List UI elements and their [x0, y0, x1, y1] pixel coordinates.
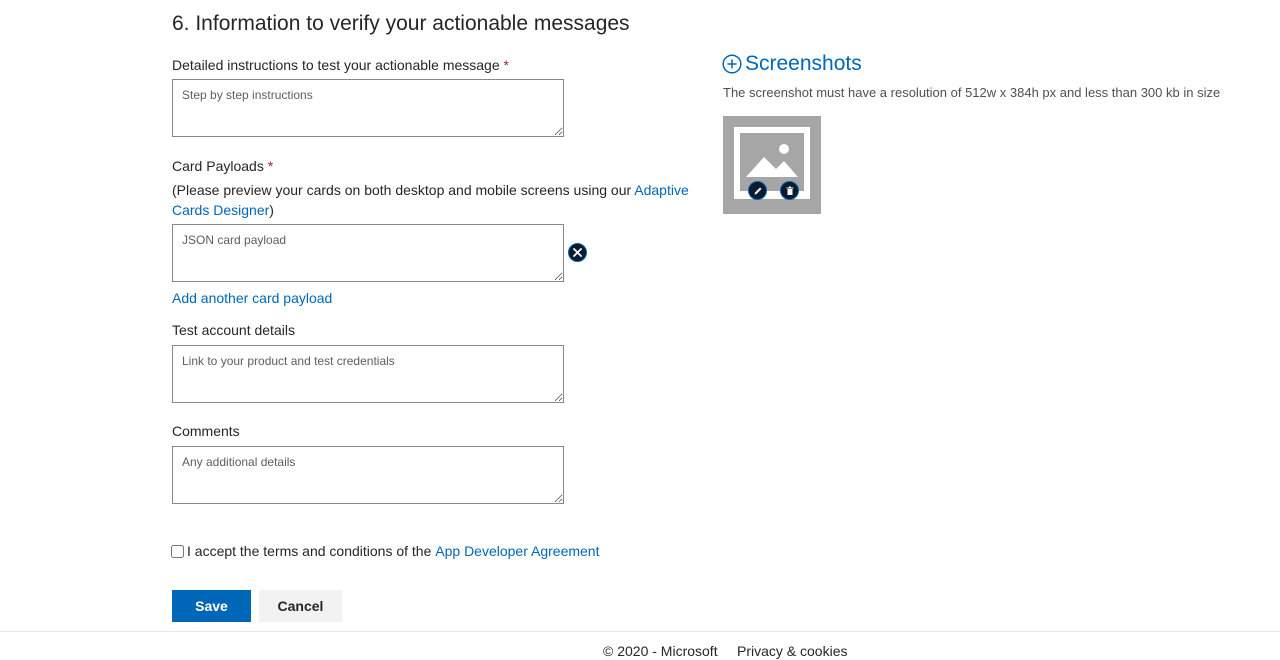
remove-icon	[573, 248, 582, 257]
screenshots-title: Screenshots	[745, 52, 862, 75]
comments-input[interactable]	[172, 446, 564, 504]
footer-copyright: © 2020 - Microsoft	[603, 643, 718, 659]
instructions-label: Detailed instructions to test your actio…	[172, 57, 509, 73]
delete-screenshot-button[interactable]	[780, 181, 799, 200]
remove-payload-button[interactable]	[568, 243, 587, 262]
terms-checkbox[interactable]	[171, 544, 184, 558]
payloads-helper-prefix: (Please preview your cards on both deskt…	[172, 182, 635, 198]
payloads-helper-suffix: )	[269, 202, 274, 218]
add-screenshot-button[interactable]: Screenshots	[722, 52, 862, 76]
footer-divider	[0, 631, 1280, 632]
test-account-label: Test account details	[172, 322, 295, 338]
instructions-label-text: Detailed instructions to test your actio…	[172, 57, 500, 73]
screenshot-requirements: The screenshot must have a resolution of…	[723, 85, 1221, 100]
instructions-input[interactable]	[172, 79, 564, 137]
comments-label: Comments	[172, 423, 240, 439]
required-marker: *	[267, 158, 274, 174]
terms-row: I accept the terms and conditions of the…	[171, 543, 599, 559]
edit-icon	[754, 187, 761, 194]
plus-circle-icon	[722, 54, 742, 74]
privacy-cookies-link[interactable]: Privacy & cookies	[737, 643, 847, 659]
payloads-helper-text: (Please preview your cards on both deskt…	[172, 180, 692, 220]
delete-icon	[786, 186, 793, 195]
required-marker: *	[503, 57, 509, 73]
screenshot-thumbnail	[723, 116, 821, 214]
save-button[interactable]: Save	[172, 590, 251, 622]
section-title: 6. Information to verify your actionable…	[172, 12, 630, 35]
cancel-button[interactable]: Cancel	[259, 590, 342, 622]
payloads-label-text: Card Payloads	[172, 158, 264, 174]
test-account-input[interactable]	[172, 345, 564, 403]
add-card-payload-link[interactable]: Add another card payload	[172, 290, 332, 306]
payloads-label: Card Payloads *	[172, 158, 273, 174]
app-developer-agreement-link[interactable]: App Developer Agreement	[435, 543, 599, 559]
edit-screenshot-button[interactable]	[748, 181, 767, 200]
card-payload-input[interactable]	[172, 224, 564, 282]
terms-text: I accept the terms and conditions of the	[187, 543, 432, 559]
